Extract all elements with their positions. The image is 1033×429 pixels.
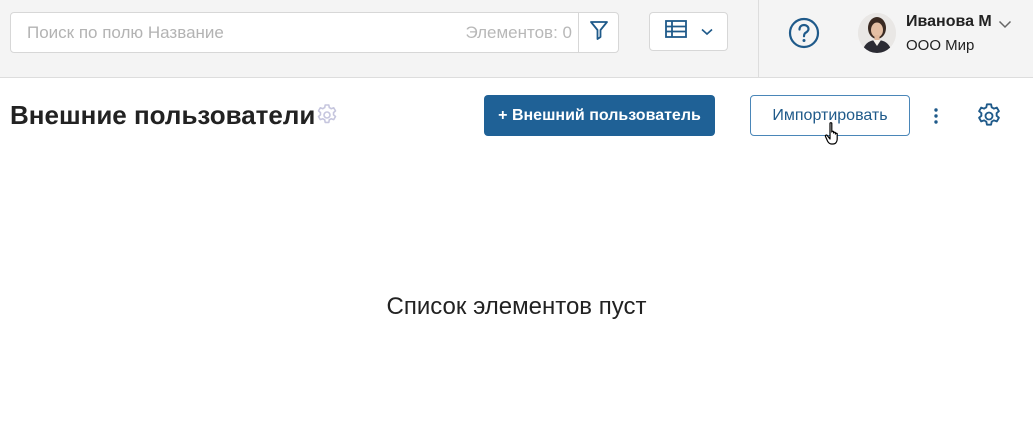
filter-button[interactable]: [578, 13, 618, 52]
add-external-user-button[interactable]: + Внешний пользователь: [484, 95, 715, 136]
empty-list-message: Список элементов пуст: [386, 293, 647, 320]
avatar[interactable]: [858, 13, 896, 53]
search-box: Элементов: 0: [10, 12, 619, 53]
view-mode-dropdown[interactable]: [649, 12, 728, 51]
user-name[interactable]: Иванова М: [906, 13, 992, 31]
gear-icon[interactable]: [315, 103, 339, 132]
top-toolbar: Элементов: 0: [0, 0, 1033, 78]
import-button[interactable]: Импортировать: [750, 95, 910, 136]
search-input[interactable]: [11, 13, 451, 52]
gear-icon[interactable]: [975, 102, 1003, 135]
page-title: Внешние пользователи: [10, 100, 316, 130]
chevron-down-icon: [701, 23, 713, 41]
user-organization: ООО Мир: [906, 37, 975, 54]
chevron-down-icon[interactable]: [998, 16, 1012, 34]
table-view-icon: [665, 20, 687, 43]
help-button[interactable]: [788, 17, 820, 49]
filter-icon: [589, 19, 609, 46]
kebab-menu-icon[interactable]: [926, 102, 946, 130]
help-circle-icon: [788, 17, 820, 53]
elements-count: Элементов: 0: [465, 23, 572, 42]
toolbar-divider: [758, 0, 759, 78]
